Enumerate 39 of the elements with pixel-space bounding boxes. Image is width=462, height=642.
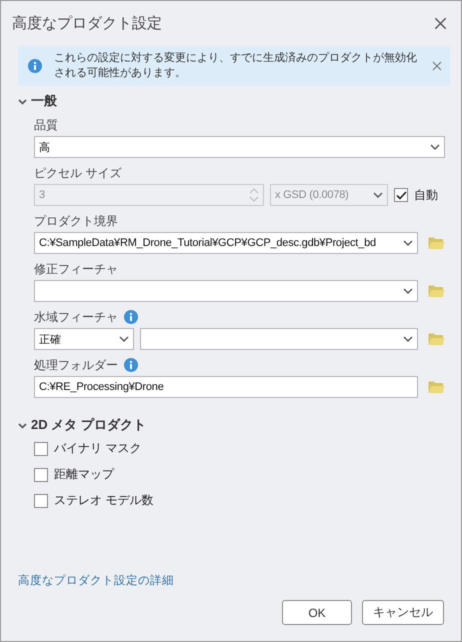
ok-button[interactable]: OK <box>282 600 352 625</box>
checkbox[interactable] <box>34 468 48 482</box>
checkbox-label: 自動 <box>414 186 438 204</box>
chevron-down-icon[interactable] <box>18 96 27 106</box>
checkbox[interactable] <box>34 442 48 456</box>
dropdown-field[interactable] <box>34 280 418 302</box>
info-icon[interactable] <box>124 310 138 324</box>
checkbox-label: バイナリ マスク <box>54 440 142 457</box>
field-label: 水域フィーチャ <box>34 308 118 326</box>
dropdown-field[interactable]: C:¥SampleData¥RM_Drone_Tutorial¥GCP¥GCP_desc.gdb¥Project_bd <box>34 232 418 254</box>
info-icon[interactable] <box>28 59 42 73</box>
checkbox-label: ステレオ モデル数 <box>54 492 154 509</box>
chevron-down-icon <box>403 336 413 342</box>
section-title: 2D メタ プロダクト <box>31 416 146 434</box>
dropdown-field[interactable]: 高 <box>34 136 445 158</box>
banner-message: これらの設定に対する変更により、すでに生成済みのプロダクトが無効化される可能性があります。 <box>54 51 418 81</box>
window-title: 高度なプロダクト設定 <box>12 14 162 32</box>
cancel-button[interactable]: キャンセル <box>362 600 444 625</box>
field-label: 処理フォルダー <box>34 356 118 374</box>
text-field[interactable]: C:¥RE_Processing¥Drone <box>34 376 418 398</box>
close-icon[interactable] <box>434 16 447 30</box>
field-label: 修正フィーチャ <box>34 260 118 278</box>
field-label: ピクセル サイズ <box>34 164 122 182</box>
field-label: プロダクト境界 <box>34 212 118 230</box>
chevron-down-icon <box>430 144 440 150</box>
checkbox-label: 距離マップ <box>54 466 114 483</box>
chevron-down-icon[interactable] <box>18 420 27 430</box>
checkbox[interactable] <box>34 494 48 508</box>
details-link[interactable]: 高度なプロダクト設定の詳細 <box>18 573 174 588</box>
close-icon[interactable] <box>432 61 442 71</box>
chevron-down-icon <box>373 192 383 198</box>
chevron-down-icon <box>119 336 129 342</box>
chevron-down-icon <box>403 288 413 294</box>
dropdown-field[interactable]: 正確 <box>34 328 134 350</box>
chevron-down-icon <box>403 240 413 246</box>
section-title: 一般 <box>31 92 57 110</box>
info-icon[interactable] <box>124 358 138 372</box>
dropdown-field[interactable] <box>140 328 418 350</box>
field-label: 品質 <box>34 116 58 134</box>
